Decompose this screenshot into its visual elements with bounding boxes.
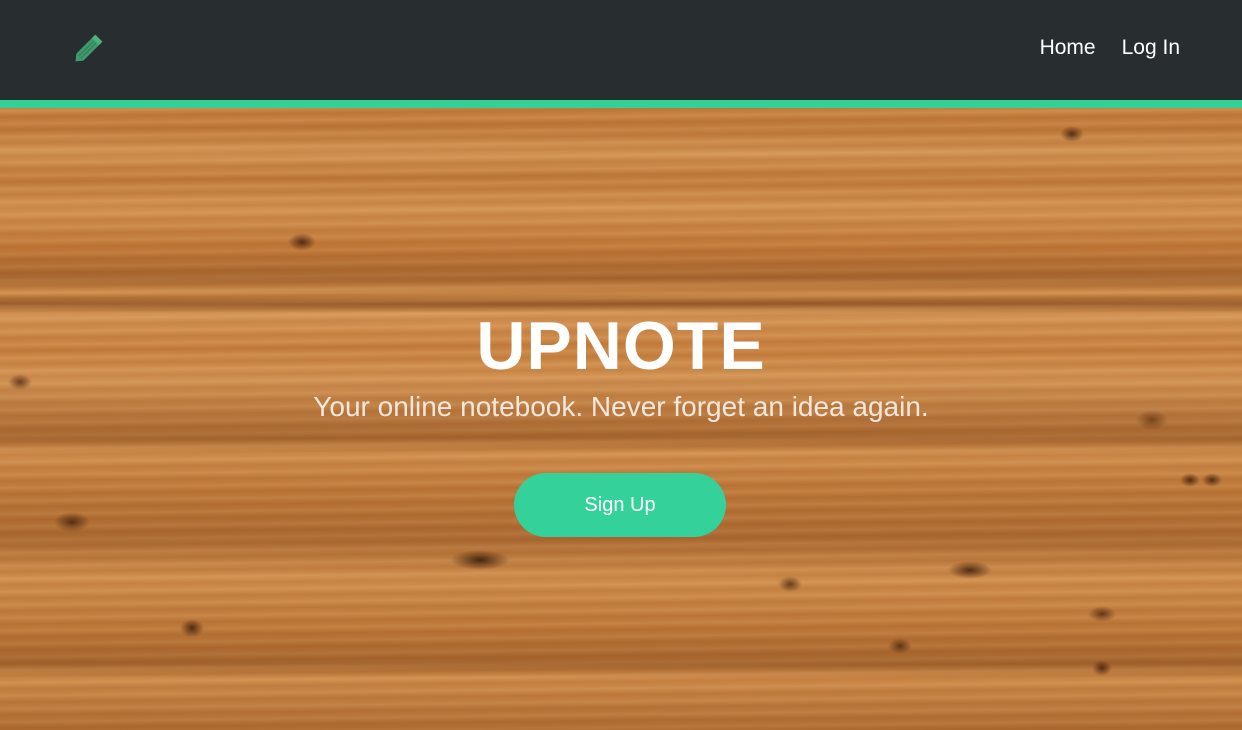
navbar: Home Log In xyxy=(0,0,1242,101)
signup-button[interactable]: Sign Up xyxy=(514,473,726,537)
nav-links: Home Log In xyxy=(1040,34,1180,62)
hero-subtitle: Your online notebook. Never forget an id… xyxy=(313,391,929,422)
hero-section: UPNOTE Your online notebook. Never forge… xyxy=(0,108,1242,730)
nav-link-login[interactable]: Log In xyxy=(1122,34,1180,62)
nav-link-home[interactable]: Home xyxy=(1040,34,1096,62)
pencil-icon[interactable] xyxy=(70,30,108,66)
accent-bar xyxy=(0,100,1242,108)
hero-title: UPNOTE xyxy=(476,308,766,384)
hero-content: UPNOTE Your online notebook. Never forge… xyxy=(0,108,1242,730)
